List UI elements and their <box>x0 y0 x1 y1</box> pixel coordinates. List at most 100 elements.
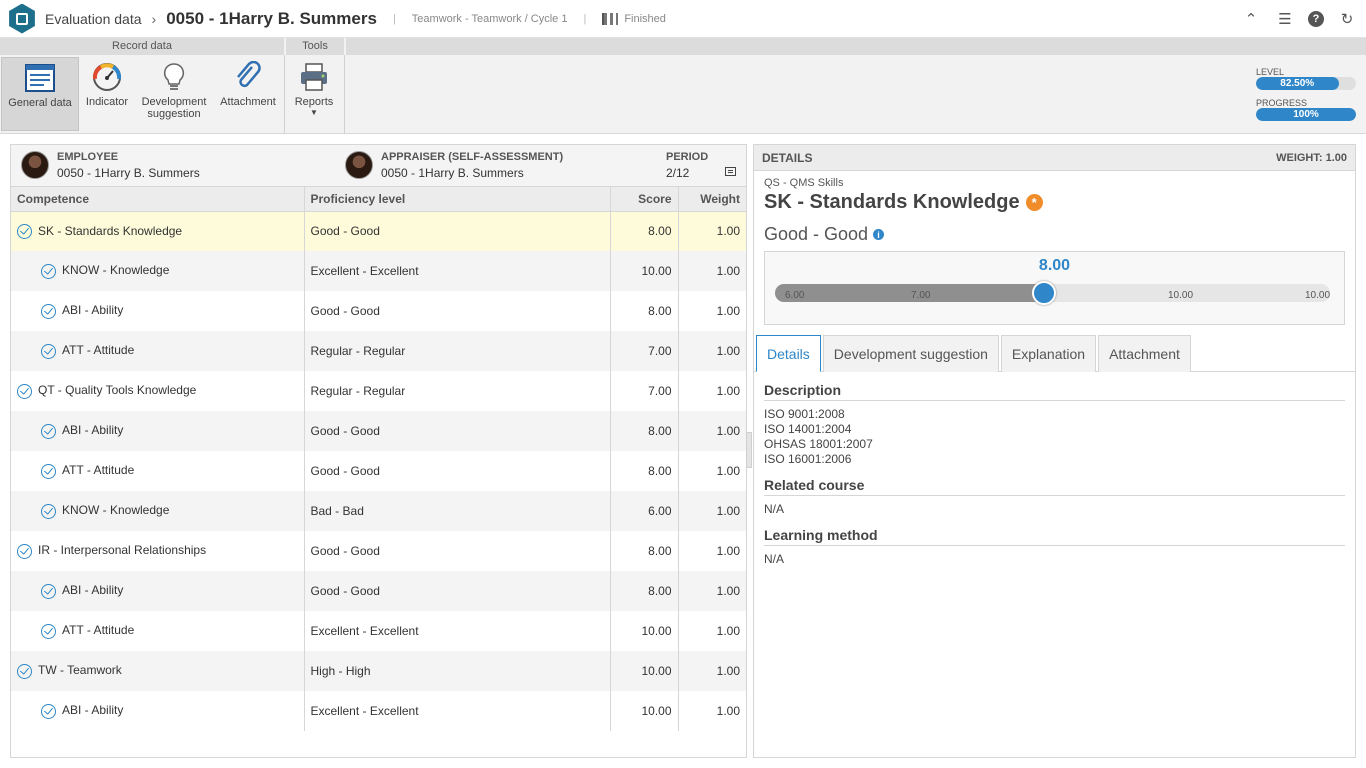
reports-label: Reports <box>294 96 334 108</box>
attachment-label: Attachment <box>220 96 276 108</box>
group-record-data: Record data <box>0 38 284 55</box>
table-row[interactable]: ATT - Attitude Excellent - Excellent 10.00… <box>11 611 746 651</box>
attachment-button[interactable]: Attachment <box>216 57 280 131</box>
cell-weight: 1.00 <box>678 411 746 451</box>
table-row[interactable]: KNOW - Knowledge Excellent - Excellent 10.… <box>11 251 746 291</box>
check-circle-icon <box>41 623 56 639</box>
progress-meter: PROGRESS 100% <box>1256 98 1356 121</box>
development-suggestion-button[interactable]: Development suggestion <box>137 57 211 131</box>
cell-proficiency: Good - Good <box>304 571 611 611</box>
table-row[interactable]: ABI - Ability Good - Good 8.00 1.00 <box>11 571 746 611</box>
tab-attachment[interactable]: Attachment <box>1098 335 1191 372</box>
list-icon[interactable]: ☰ <box>1274 8 1296 30</box>
period-label: PERIOD <box>666 151 709 163</box>
check-circle-icon <box>41 263 56 279</box>
level-meter: LEVEL 82.50% <box>1256 67 1356 90</box>
table-row[interactable]: SK - Standards Knowledge Good - Good 8.00 1… <box>11 211 746 251</box>
check-circle-icon <box>17 663 32 679</box>
title-divider: | <box>583 12 587 25</box>
cell-weight: 1.00 <box>716 384 740 398</box>
description-line: ISO 16001:2006 <box>764 452 852 466</box>
tab-explanation[interactable]: Explanation <box>1000 335 1097 372</box>
table-row[interactable]: IR - Interpersonal Relationships Good - G… <box>11 531 746 571</box>
table-row[interactable]: ATT - Attitude Good - Good 8.00 1.00 <box>11 451 746 491</box>
col-competence[interactable]: Competence <box>11 187 305 212</box>
cell-proficiency: Regular - Regular <box>304 331 611 371</box>
cell-score: 8.00 <box>610 531 679 571</box>
table-row[interactable]: QT - Quality Tools Knowledge Regular - Re… <box>11 371 746 411</box>
col-weight[interactable]: Weight <box>678 187 746 212</box>
cell-proficiency: Regular - Regular <box>304 371 611 411</box>
competence-title-text: SK - Standards Knowledge <box>764 191 1020 213</box>
info-icon[interactable]: i <box>873 229 885 240</box>
competence-name: ABI - Ability <box>62 423 124 438</box>
cell-weight: 1.00 <box>716 304 740 318</box>
table-row[interactable]: TW - Teamwork High - High 10.00 1.00 <box>11 651 746 691</box>
refresh-icon[interactable]: ↻ <box>1336 8 1358 30</box>
reports-button[interactable]: Reports ▼ <box>288 57 340 131</box>
table-row[interactable]: KNOW - Knowledge Bad - Bad 6.00 1.00 <box>11 491 746 531</box>
slider-tick: 10.00 <box>1168 290 1194 301</box>
general-data-button[interactable]: General data <box>1 57 79 131</box>
table-row[interactable]: ATT - Attitude Regular - Regular 7.00 1.00 <box>11 331 746 371</box>
slider-tick: 10.00 <box>1305 290 1331 301</box>
cell-weight: 1.00 <box>716 544 740 558</box>
help-icon[interactable]: ? <box>1308 11 1324 27</box>
cell-proficiency: Excellent - Excellent <box>304 611 611 651</box>
col-score[interactable]: Score <box>610 187 679 212</box>
cell-competence: KNOW - Knowledge <box>11 491 305 531</box>
cell-weight: 1.00 <box>678 491 746 531</box>
cell-competence: ABI - Ability <box>11 291 305 331</box>
description-line: ISO 9001:2008 <box>764 407 845 421</box>
tab-development-suggestion[interactable]: Development suggestion <box>822 335 999 372</box>
ribbon-header-fill <box>346 38 1366 55</box>
tab-details[interactable]: Details <box>756 335 821 372</box>
dropdown-caret-icon[interactable]: ▼ <box>288 108 340 117</box>
printer-icon <box>301 63 327 91</box>
panel-collapse-handle[interactable] <box>746 432 752 468</box>
period-value: 2/12 <box>666 166 690 180</box>
check-circle-icon <box>17 223 32 239</box>
cell-proficiency: High - High <box>304 651 611 691</box>
ribbon-divider <box>344 55 345 133</box>
cell-weight: 1.00 <box>678 211 746 251</box>
cell-score: 6.00 <box>610 491 679 531</box>
development-suggestion-label: Development suggestion <box>141 96 207 120</box>
check-circle-icon <box>41 503 56 519</box>
cell-weight: 1.00 <box>678 571 746 611</box>
table-header-row: Competence Proficiency level Score Weigh… <box>11 187 746 212</box>
cell-proficiency: Bad - Bad <box>304 491 611 531</box>
status-label: Finished <box>624 12 666 25</box>
competence-name: ABI - Ability <box>62 703 124 718</box>
cell-score: 10.00 <box>610 611 679 651</box>
table-row[interactable]: ABI - Ability Excellent - Excellent 10.00 1… <box>11 691 746 731</box>
cell-competence: ABI - Ability <box>11 411 305 451</box>
slider-handle[interactable] <box>1032 281 1057 305</box>
competence-title: SK - Standards Knowledge * <box>764 191 1355 214</box>
table-row[interactable]: ABI - Ability Good - Good 8.00 1.00 <box>11 411 746 451</box>
indicator-button[interactable]: Indicator <box>82 57 132 131</box>
cell-weight: 1.00 <box>678 331 746 371</box>
cell-score: 10.00 <box>610 251 679 291</box>
title-bar: Evaluation data › 0050 - 1Harry B. Summe… <box>0 0 1366 38</box>
cell-competence: SK - Standards Knowledge <box>11 211 305 251</box>
description-section: Description ISO 9001:2008 ISO 14001:2004… <box>764 382 1345 467</box>
related-course-section: Related course N/A <box>764 477 1345 517</box>
competence-name: ATT - Attitude <box>62 343 135 358</box>
record-title: 0050 - 1Harry B. Summers <box>166 8 377 28</box>
collapse-up-icon[interactable]: ⌃ <box>1240 8 1262 30</box>
related-course-title: Related course <box>764 477 1345 496</box>
competence-name: ABI - Ability <box>62 583 124 598</box>
score-slider-box: 8.00 6.00 7.00 10.00 10.00 <box>764 251 1345 325</box>
related-course-value: N/A <box>764 502 785 516</box>
col-proficiency[interactable]: Proficiency level <box>304 187 611 212</box>
appraiser-avatar <box>345 151 373 179</box>
score-slider[interactable] <box>775 281 1330 305</box>
table-row[interactable]: ABI - Ability Good - Good 8.00 1.00 <box>11 291 746 331</box>
competence-name: KNOW - Knowledge <box>62 503 170 518</box>
comment-icon[interactable] <box>725 167 736 176</box>
cell-competence: IR - Interpersonal Relationships <box>11 531 305 571</box>
finish-flag-icon <box>602 12 619 25</box>
cell-competence: KNOW - Knowledge <box>11 251 305 291</box>
slider-tick: 6.00 <box>785 290 805 301</box>
